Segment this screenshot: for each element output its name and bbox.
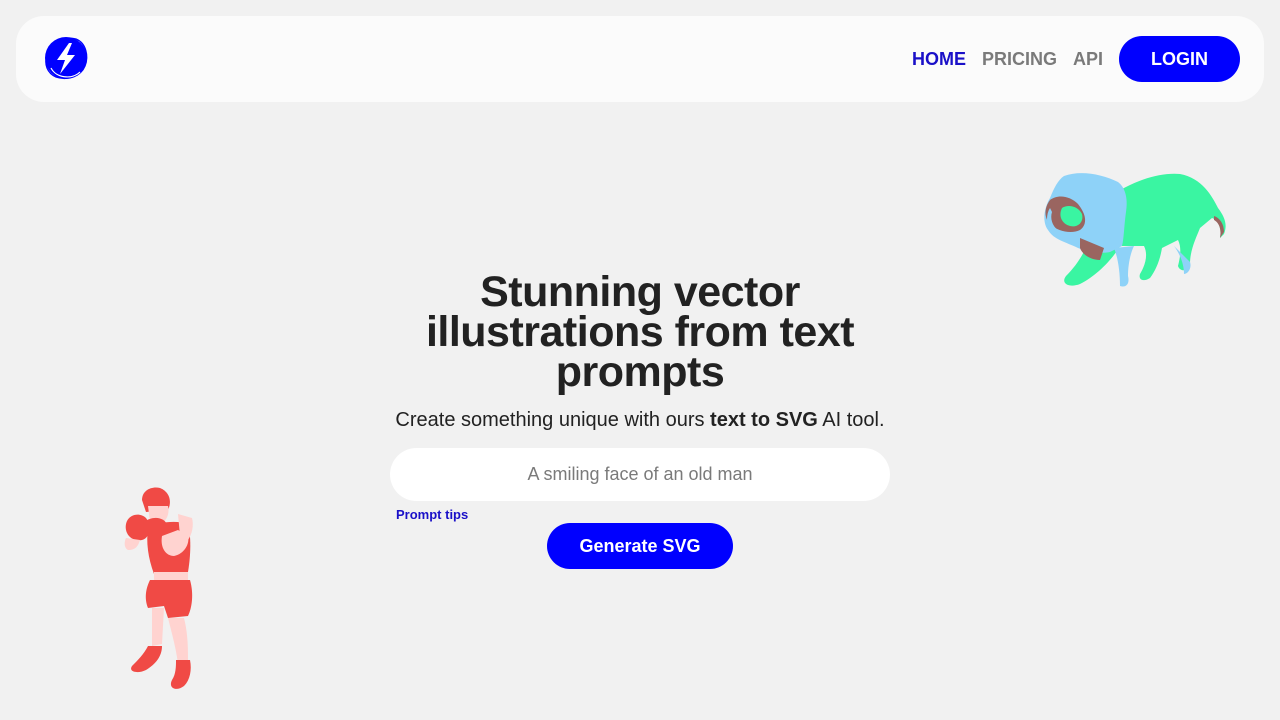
login-button[interactable]: LOGIN — [1119, 36, 1240, 82]
logo-link[interactable] — [42, 34, 90, 82]
lion-illustration — [1044, 173, 1226, 287]
hero-section: Stunning vector illustrations from text … — [390, 268, 890, 501]
lightning-bolt-icon — [45, 37, 88, 80]
navbar: HOME PRICING API LOGIN — [16, 16, 1264, 102]
nav-pricing-link[interactable]: PRICING — [982, 49, 1057, 70]
hero-subtitle-suffix: AI tool. — [817, 409, 885, 431]
nav-links: HOME PRICING API LOGIN — [912, 36, 1240, 82]
hero-subtitle-prefix: Create something unique with ours — [395, 409, 711, 431]
hero-subtitle: Create something unique with ours text t… — [390, 408, 890, 432]
hero-title: Stunning vector illustrations from text … — [425, 268, 855, 396]
boxer-illustration — [124, 487, 193, 689]
prompt-tips-link[interactable]: Prompt tips — [396, 507, 468, 522]
hero-subtitle-bold: text to SVG — [710, 409, 818, 431]
nav-api-link[interactable]: API — [1073, 49, 1103, 70]
prompt-input[interactable] — [390, 448, 890, 501]
generate-svg-button[interactable]: Generate SVG — [547, 523, 733, 569]
nav-home-link[interactable]: HOME — [912, 49, 966, 70]
